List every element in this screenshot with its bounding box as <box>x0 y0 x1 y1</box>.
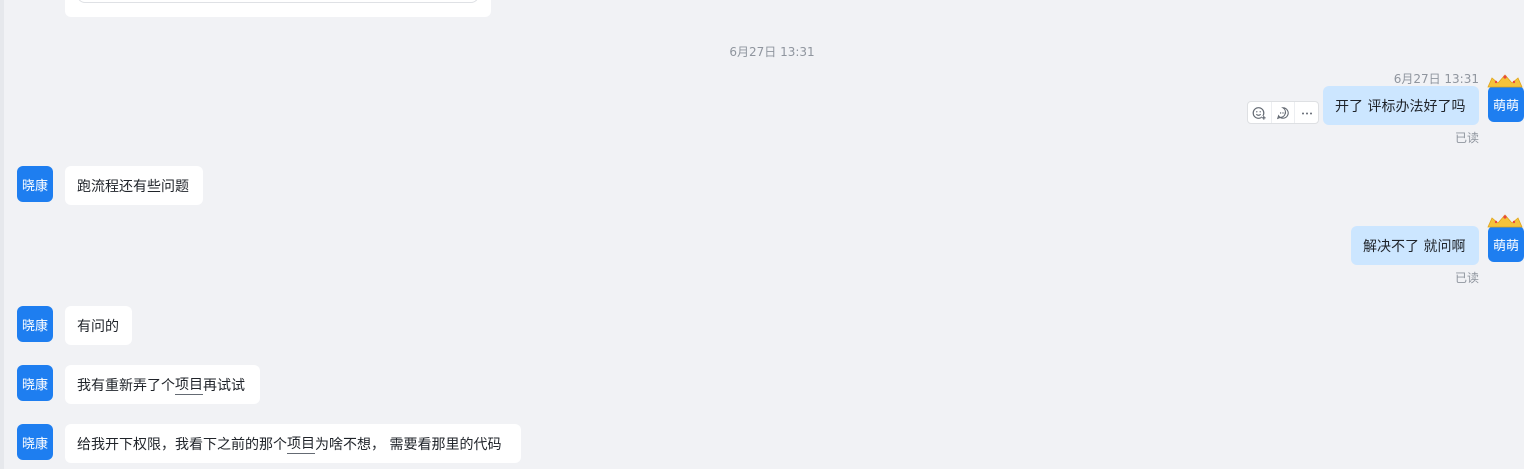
avatar[interactable]: 晓康 <box>17 424 53 460</box>
read-status: 已读 <box>1454 131 1479 145</box>
incoming-message-bubble[interactable]: 给我开下权限，我看下之前的那个 项目 为啥不想， 需要看那里的代码 <box>65 424 521 463</box>
reply-button[interactable] <box>1272 102 1296 123</box>
message-text: 为啥不想， 需要看那里的代码 <box>315 436 502 453</box>
avatar[interactable]: 萌萌 <box>1487 74 1524 122</box>
avatar-name: 晓康 <box>21 436 48 452</box>
add-reaction-icon <box>1252 106 1267 120</box>
project-link[interactable]: 项目 <box>287 433 315 454</box>
message-text: 给我开下权限，我看下之前的那个 <box>77 436 287 453</box>
message-text: 跑流程还有些问题 <box>77 178 189 195</box>
message-text: 再试试 <box>203 377 245 394</box>
avatar[interactable]: 晓康 <box>17 306 53 342</box>
add-reaction-button[interactable] <box>1248 102 1272 123</box>
more-button[interactable] <box>1295 102 1318 123</box>
incoming-message-bubble[interactable]: 跑流程还有些问题 <box>65 166 203 205</box>
incoming-message-bubble[interactable]: 有问的 <box>65 306 132 345</box>
outgoing-message-bubble[interactable]: 解决不了 就问啊 <box>1351 226 1479 265</box>
crown-decoration-icon <box>1487 214 1523 228</box>
avatar-name: 晓康 <box>21 318 48 334</box>
avatar[interactable]: 晓康 <box>17 365 53 401</box>
previous-message-bubble[interactable] <box>65 0 491 17</box>
incoming-message-bubble[interactable]: 我有重新弄了个 项目 再试试 <box>65 365 260 404</box>
outgoing-message-bubble[interactable]: 开了 评标办法好了吗 <box>1323 86 1479 125</box>
message-text: 解决不了 就问啊 <box>1363 238 1466 255</box>
message-text: 有问的 <box>77 318 119 335</box>
reply-icon <box>1276 106 1289 119</box>
more-icon <box>1301 112 1312 114</box>
project-link[interactable]: 项目 <box>175 374 203 395</box>
avatar[interactable]: 晓康 <box>17 166 53 202</box>
avatar-name: 萌萌 <box>1492 98 1519 114</box>
avatar[interactable]: 萌萌 <box>1487 214 1524 262</box>
panel-border <box>0 0 4 469</box>
avatar-name: 晓康 <box>21 178 48 194</box>
date-divider: 6月27日 13:31 <box>729 45 815 59</box>
avatar-name: 晓康 <box>21 377 48 393</box>
read-status: 已读 <box>1454 271 1479 285</box>
message-time: 6月27日 13:31 <box>1393 72 1479 86</box>
message-action-toolbar <box>1247 101 1319 124</box>
message-text: 我有重新弄了个 <box>77 377 175 394</box>
crown-decoration-icon <box>1487 74 1523 88</box>
message-text: 开了 评标办法好了吗 <box>1335 98 1466 115</box>
previous-message-card <box>77 0 479 3</box>
avatar-name: 萌萌 <box>1492 238 1519 254</box>
